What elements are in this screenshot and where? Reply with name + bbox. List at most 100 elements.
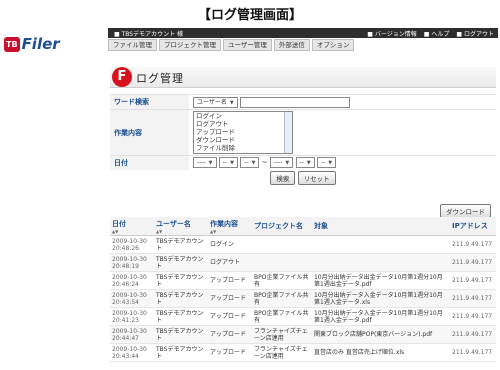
page-caption: 【ログ管理画面】 bbox=[197, 8, 302, 23]
logo-mark: TB bbox=[4, 36, 20, 52]
search-button[interactable]: 検索 bbox=[270, 170, 296, 185]
log-table: 日付 ▲▼ ユーザー名 ▲▼ 作業内容 ▲▼ プロジェクト名 対象 IPアドレス 20… bbox=[110, 217, 496, 362]
row-ip: 211.9.49.177 bbox=[450, 325, 496, 344]
table-row: 2009-10-30 20:46:24 TBSデモアカウント アップロード BPO… bbox=[110, 271, 496, 290]
row-user: TBSデモアカウント bbox=[154, 271, 208, 290]
row-target[interactable]: 関東ブロック店舗POP(東京バージョン).pdf bbox=[312, 325, 450, 344]
row-date: 2009-10-30 bbox=[112, 291, 147, 299]
row-project bbox=[252, 253, 312, 272]
row-ip: 211.9.49.177 bbox=[450, 253, 496, 272]
date-to-month[interactable]: -- ▼ bbox=[295, 157, 315, 169]
row-user: TBSデモアカウント bbox=[154, 325, 208, 344]
row-target[interactable]: 10月分出納データ入金データ10月第1週分10月第1週入金データ.xls bbox=[312, 289, 450, 308]
sort-arrows-icon[interactable]: ▲▼ bbox=[210, 229, 250, 234]
work-option[interactable]: ダウンロード bbox=[196, 136, 292, 144]
date-from-day[interactable]: -- ▼ bbox=[240, 157, 260, 169]
keyword-input[interactable] bbox=[239, 96, 350, 108]
logo-name: Filer bbox=[21, 35, 60, 53]
row-action: ログアウト bbox=[208, 253, 252, 272]
row-action: アップロード bbox=[208, 271, 252, 290]
row-time: 20:48:26 bbox=[112, 244, 139, 252]
row-ip: 211.9.49.177 bbox=[450, 235, 496, 254]
row-date: 2009-10-30 bbox=[112, 309, 147, 317]
header-target: 対象 bbox=[312, 217, 450, 236]
menu-project-management[interactable]: プロジェクト管理 bbox=[159, 39, 221, 51]
row-action: アップロード bbox=[208, 325, 252, 344]
row-time: 20:43:44 bbox=[112, 352, 139, 360]
menu-options[interactable]: オプション bbox=[311, 39, 355, 51]
row-ip: 211.9.49.177 bbox=[450, 343, 496, 362]
sort-arrows-icon[interactable]: ▲▼ bbox=[156, 229, 206, 234]
page-title-bar: F ログ管理 bbox=[110, 67, 496, 88]
logout-link[interactable]: ■ ログアウト bbox=[456, 29, 494, 38]
table-row: 2009-10-30 20:48:26 TBSデモアカウント ログイン 211.9… bbox=[110, 235, 496, 254]
row-date: 2009-10-30 bbox=[112, 345, 147, 353]
keyword-field-select[interactable]: ユーザー名 ▼ bbox=[193, 96, 238, 108]
table-row: 2009-10-30 20:44:47 TBSデモアカウント アップロード フラン… bbox=[110, 325, 496, 344]
table-row: 2009-10-30 20:48:19 TBSデモアカウント ログアウト 211.… bbox=[110, 253, 496, 272]
row-time: 20:46:24 bbox=[112, 280, 139, 288]
work-option[interactable]: アップロード bbox=[196, 128, 292, 136]
menu-external-send[interactable]: 外部送信 bbox=[273, 39, 310, 51]
table-row: 2009-10-30 20:43:44 TBSデモアカウント アップロード フラン… bbox=[110, 343, 496, 362]
table-row: 2009-10-30 20:43:54 TBSデモアカウント アップロード BPO… bbox=[110, 289, 496, 308]
row-action: アップロード bbox=[208, 343, 252, 362]
work-option[interactable]: ログイン bbox=[196, 112, 292, 120]
date-to-year[interactable]: ---- ▼ bbox=[269, 157, 294, 169]
menu-file-management[interactable]: ファイル管理 bbox=[108, 39, 157, 51]
row-project: BPO企業ファイル共有 bbox=[252, 307, 312, 326]
row-target[interactable]: 10月分出納データ入金データ10月第1週分10月第1週入金データ.pdf bbox=[312, 307, 450, 326]
work-option[interactable]: ファイル削除 bbox=[196, 144, 292, 152]
help-icon: ■ bbox=[423, 31, 430, 38]
chevron-down-icon: ▼ bbox=[208, 160, 213, 167]
help-link[interactable]: ■ ヘルプ bbox=[424, 29, 450, 38]
sort-arrows-icon[interactable]: ▲▼ bbox=[112, 229, 152, 234]
header-user[interactable]: ユーザー名 ▲▼ bbox=[154, 217, 208, 236]
menu-user-management[interactable]: ユーザー管理 bbox=[223, 39, 272, 51]
listbox-scrollbar[interactable] bbox=[284, 112, 292, 153]
work-listbox[interactable]: ログイン ログアウト アップロード ダウンロード ファイル削除 bbox=[193, 111, 293, 154]
row-time: 20:41:23 bbox=[112, 316, 139, 324]
chevron-down-icon: ▼ bbox=[328, 160, 333, 167]
row-ip: 211.9.49.177 bbox=[450, 307, 496, 326]
account-name: ■ TBSデモアカウント 様 bbox=[114, 31, 183, 38]
version-info-link[interactable]: ■ バージョン情報 bbox=[367, 29, 416, 38]
work-option[interactable]: ログアウト bbox=[196, 120, 292, 128]
header-date[interactable]: 日付 ▲▼ bbox=[110, 217, 154, 236]
row-project: BPO企業ファイル共有 bbox=[252, 289, 312, 308]
row-action: ログイン bbox=[208, 235, 252, 254]
row-ip: 211.9.49.177 bbox=[450, 271, 496, 290]
chevron-down-icon: ▼ bbox=[230, 160, 234, 167]
table-header-row: 日付 ▲▼ ユーザー名 ▲▼ 作業内容 ▲▼ プロジェクト名 対象 IPアドレス bbox=[110, 217, 496, 236]
page-title: ログ管理 bbox=[136, 72, 184, 85]
date-separator: ~ bbox=[261, 158, 268, 167]
app-logo[interactable]: TB Filer bbox=[4, 34, 60, 54]
row-date: 2009-10-30 bbox=[112, 327, 147, 335]
download-button[interactable]: ダウンロード bbox=[440, 204, 491, 218]
search-form: ワード検索 ユーザー名 ▼ 作業内容 ログイン ログアウト アップロード ダウンロ… bbox=[110, 94, 496, 186]
user-icon: ■ bbox=[114, 31, 120, 38]
header-action[interactable]: 作業内容 ▲▼ bbox=[208, 217, 252, 236]
row-project: フランチャイズチェーン店連用 bbox=[252, 343, 312, 362]
chevron-down-icon: ▼ bbox=[251, 160, 256, 167]
date-label: 日付 bbox=[110, 155, 189, 170]
row-date: 2009-10-30 bbox=[112, 237, 147, 245]
chevron-down-icon: ▼ bbox=[285, 160, 290, 167]
header-ip: IPアドレス bbox=[450, 217, 496, 236]
row-target bbox=[312, 235, 450, 254]
top-account-bar: ■ TBSデモアカウント 様 ■ バージョン情報 ■ ヘルプ ■ ログアウト bbox=[108, 28, 498, 38]
date-from-month[interactable]: -- ▼ bbox=[218, 157, 238, 169]
keyword-label: ワード検索 bbox=[110, 94, 189, 110]
main-menu: ファイル管理 プロジェクト管理 ユーザー管理 外部送信 オプション bbox=[108, 39, 498, 51]
row-target[interactable]: 10月分出納データ出金データ10月第1週分10月第1週出金データ.pdf bbox=[312, 271, 450, 290]
row-date: 2009-10-30 bbox=[112, 273, 147, 281]
date-from-year[interactable]: ---- ▼ bbox=[193, 157, 217, 169]
row-target[interactable]: 直営店のみ 直営店売上げ順位.xls bbox=[312, 343, 450, 362]
row-action: アップロード bbox=[208, 289, 252, 308]
date-to-day[interactable]: -- ▼ bbox=[316, 157, 337, 169]
header-project: プロジェクト名 bbox=[252, 217, 312, 236]
reset-button[interactable]: リセット bbox=[297, 170, 336, 185]
row-user: TBSデモアカウント bbox=[154, 235, 208, 254]
row-user: TBSデモアカウント bbox=[154, 253, 208, 272]
row-ip: 211.9.49.177 bbox=[450, 289, 496, 308]
